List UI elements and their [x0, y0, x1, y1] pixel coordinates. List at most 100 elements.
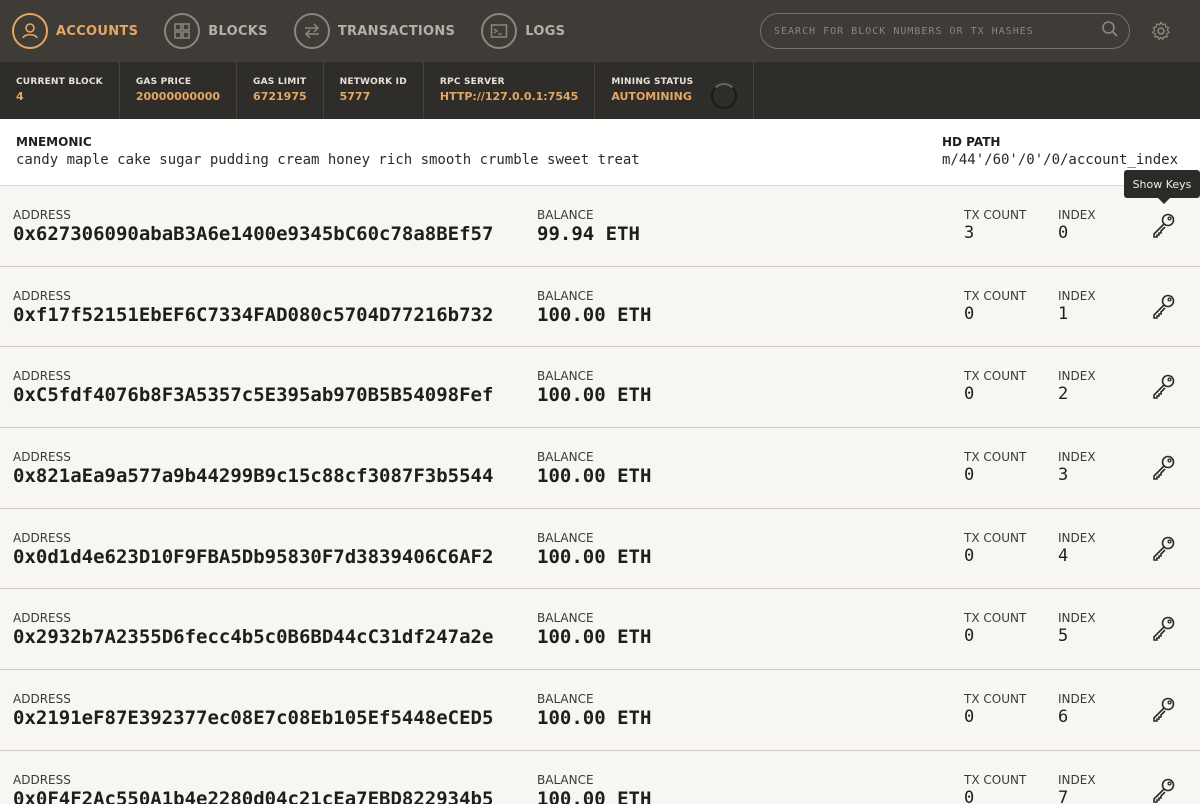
tx-count-label: TX COUNT: [964, 450, 1027, 465]
account-row: ADDRESS 0xC5fdf4076b8F3A5357c5E395ab970B…: [0, 347, 1200, 429]
address-label: ADDRESS: [13, 288, 71, 303]
stat-network-id: NETWORK ID 5777: [324, 62, 424, 119]
tx-count-label: TX COUNT: [964, 288, 1027, 303]
stat-gas-price: GAS PRICE 20000000000: [120, 62, 238, 119]
key-icon[interactable]: [1149, 533, 1179, 563]
stat-rpc-server: RPC SERVER HTTP://127.0.0.1:7545: [424, 62, 596, 119]
mnemonic-bar: MNEMONIC candy maple cake sugar pudding …: [0, 119, 1200, 186]
index-value: 2: [1058, 384, 1069, 405]
index-value: 3: [1058, 465, 1069, 486]
address-value: 0x0d1d4e623D10F9FBA5Db95830F7d3839406C6A…: [13, 545, 494, 568]
index-label: INDEX: [1058, 530, 1096, 545]
index-label: INDEX: [1058, 208, 1096, 222]
tx-count-value: 0: [964, 787, 975, 804]
key-icon[interactable]: [1149, 613, 1179, 643]
nav-blocks-label: BLOCKS: [208, 23, 268, 39]
balance-label: BALANCE: [537, 450, 594, 465]
address-label: ADDRESS: [13, 692, 71, 707]
tx-count-label: TX COUNT: [964, 611, 1027, 626]
account-row: ADDRESS 0x0F4F2Ac550A1b4e2280d04c21cEa7E…: [0, 750, 1200, 804]
transactions-icon: [293, 13, 330, 49]
key-icon[interactable]: [1149, 775, 1179, 804]
mining-spinner-icon: [711, 83, 738, 109]
address-label: ADDRESS: [13, 772, 71, 787]
balance-value: 100.00 ETH: [537, 303, 652, 326]
stat-current-block: CURRENT BLOCK 4: [0, 62, 120, 119]
balance-value: 100.00 ETH: [537, 707, 652, 730]
balance-label: BALANCE: [537, 208, 594, 222]
tx-count-label: TX COUNT: [964, 208, 1027, 222]
gas-limit-value: 6721975: [253, 90, 307, 103]
account-row: ADDRESS 0x2191eF87E392377ec08E7c08Eb105E…: [0, 670, 1200, 751]
hd-path-value: m/44'/60'/0'/0/account_index: [942, 152, 1179, 168]
balance-label: BALANCE: [537, 530, 594, 545]
index-label: INDEX: [1058, 772, 1096, 787]
index-label: INDEX: [1058, 450, 1096, 465]
stat-gas-limit: GAS LIMIT 6721975: [237, 62, 324, 119]
balance-label: BALANCE: [537, 611, 594, 626]
gas-limit-label: GAS LIMIT: [253, 77, 307, 87]
mining-status-value: AUTOMINING: [611, 90, 692, 103]
index-value: 1: [1058, 303, 1069, 324]
index-label: INDEX: [1058, 611, 1096, 626]
nav-accounts[interactable]: ACCOUNTS: [12, 0, 138, 62]
account-row: ADDRESS 0xf17f52151EbEF6C7334FAD080c5704…: [0, 266, 1200, 348]
key-icon[interactable]: [1149, 452, 1179, 482]
balance-value: 99.94 ETH: [537, 223, 640, 245]
key-icon[interactable]: [1149, 291, 1179, 321]
address-value: 0xC5fdf4076b8F3A5357c5E395ab970B5B54098F…: [13, 384, 494, 407]
rpc-server-label: RPC SERVER: [439, 77, 505, 87]
balance-value: 100.00 ETH: [537, 465, 652, 488]
top-nav: ACCOUNTS BLOCKS TRANSACTIONS LOGS: [0, 0, 1200, 62]
index-value: 7: [1058, 787, 1069, 804]
account-row: ADDRESS 0x821aEa9a577a9b44299B9c15c88cf3…: [0, 428, 1200, 509]
search-input[interactable]: [774, 25, 1101, 37]
search-icon[interactable]: [1101, 20, 1119, 43]
tx-count-value: 0: [964, 626, 975, 647]
address-label: ADDRESS: [13, 369, 71, 384]
current-block-value: 4: [16, 90, 24, 103]
stat-mining-status: MINING STATUS AUTOMINING: [595, 62, 755, 119]
balance-label: BALANCE: [537, 369, 594, 384]
show-keys-tooltip: Show Keys: [1124, 170, 1200, 204]
tx-count-value: 0: [964, 303, 975, 324]
mnemonic-label: MNEMONIC: [16, 135, 92, 149]
tx-count-label: TX COUNT: [964, 772, 1027, 787]
key-icon[interactable]: [1149, 371, 1179, 401]
balance-value: 100.00 ETH: [537, 787, 652, 804]
gas-price-label: GAS PRICE: [135, 77, 192, 87]
tx-count-value: 0: [964, 384, 975, 405]
mnemonic-value: candy maple cake sugar pudding cream hon…: [16, 152, 640, 168]
index-label: INDEX: [1058, 369, 1096, 384]
balance-value: 100.00 ETH: [537, 626, 652, 649]
address-label: ADDRESS: [13, 208, 71, 222]
index-label: INDEX: [1058, 692, 1096, 707]
tx-count-label: TX COUNT: [964, 530, 1027, 545]
key-icon[interactable]: [1149, 694, 1179, 724]
address-label: ADDRESS: [13, 450, 71, 465]
accounts-list: ADDRESS 0x627306090abaB3A6e1400e9345bC60…: [0, 186, 1200, 804]
nav-accounts-label: ACCOUNTS: [56, 23, 139, 39]
search-bar: [760, 13, 1130, 49]
network-id-value: 5777: [339, 90, 371, 103]
balance-label: BALANCE: [537, 692, 594, 707]
index-value: 0: [1058, 223, 1069, 243]
gas-price-value: 20000000000: [135, 90, 221, 103]
address-value: 0xf17f52151EbEF6C7334FAD080c5704D77216b7…: [13, 303, 494, 326]
tx-count-value: 0: [964, 545, 975, 566]
index-label: INDEX: [1058, 288, 1096, 303]
index-value: 5: [1058, 626, 1069, 647]
nav-transactions-label: TRANSACTIONS: [337, 23, 456, 39]
nav-logs[interactable]: LOGS: [481, 0, 565, 62]
index-value: 4: [1058, 545, 1069, 566]
nav-blocks[interactable]: BLOCKS: [164, 0, 268, 62]
blocks-icon: [164, 13, 201, 49]
gear-icon[interactable]: [1150, 20, 1172, 42]
balance-value: 100.00 ETH: [537, 545, 652, 568]
tx-count-value: 0: [964, 465, 975, 486]
status-bar: CURRENT BLOCK 4 GAS PRICE 20000000000 GA…: [0, 62, 1200, 119]
tx-count-value: 3: [964, 223, 975, 243]
nav-transactions[interactable]: TRANSACTIONS: [293, 0, 456, 62]
tx-count-label: TX COUNT: [964, 692, 1027, 707]
key-icon[interactable]: [1149, 210, 1179, 240]
